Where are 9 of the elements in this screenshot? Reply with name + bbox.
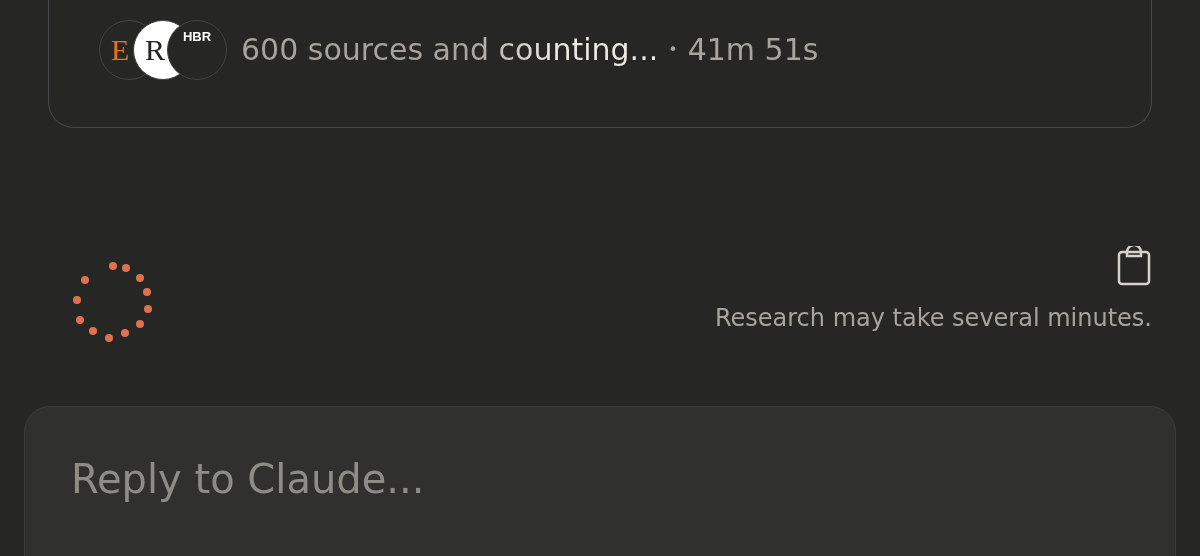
- reply-box[interactable]: Reply to Claude...: [24, 406, 1176, 556]
- reply-field[interactable]: Reply to Claude...: [69, 455, 1135, 503]
- favicon-letter: E: [111, 35, 130, 65]
- clipboard-icon: [1116, 246, 1152, 286]
- separator: •: [668, 39, 678, 61]
- favicon-letter: R: [145, 35, 165, 65]
- source-favicon: HBR: [167, 20, 227, 80]
- elapsed-time: 41m 51s: [687, 31, 819, 69]
- research-note: Research may take several minutes.: [714, 304, 1152, 332]
